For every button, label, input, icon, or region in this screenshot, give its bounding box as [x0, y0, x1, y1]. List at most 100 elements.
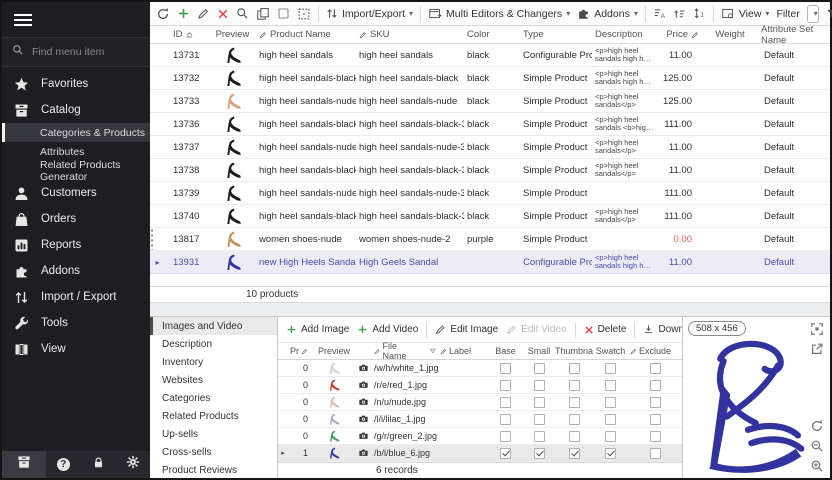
column-header-small[interactable]: Small	[523, 346, 555, 356]
add-image-button[interactable]: Add Image	[286, 324, 349, 335]
sidebar-item-catalog[interactable]: Catalog	[2, 97, 150, 123]
sidebar-item-related-products-generator[interactable]: Related Products Generator	[2, 161, 150, 180]
base-checkbox[interactable]	[500, 431, 511, 442]
tab-product-reviews[interactable]: Product Reviews	[150, 461, 277, 479]
add-video-button[interactable]: Add Video	[357, 324, 418, 335]
select-mode-button[interactable]	[277, 7, 290, 20]
small-checkbox[interactable]	[534, 397, 545, 408]
column-header-position[interactable]: Pr	[288, 346, 314, 356]
product-row-13738[interactable]: 13738 high heel sandals-black-37high hee…	[150, 159, 830, 182]
tab-categories[interactable]: Categories	[150, 389, 277, 407]
cell-price[interactable]: 11.00	[658, 142, 702, 153]
product-row-13733[interactable]: 13733 high heel sandals-nudehigh heel sa…	[150, 90, 830, 113]
cell-price[interactable]: 11.00	[658, 50, 702, 61]
cell-product-name[interactable]: high heel sandals-nude-37	[256, 188, 356, 199]
tab-websites[interactable]: Websites	[150, 371, 277, 389]
menu-search-input[interactable]	[32, 46, 132, 58]
exclude-checkbox[interactable]	[650, 414, 661, 425]
image-row-b-l-blue-6-jpg[interactable]: ▸1 /b/l/blue_6.jpg	[278, 445, 682, 462]
tab-cross-sells[interactable]: Cross-sells	[150, 443, 277, 461]
swatch-checkbox[interactable]	[605, 431, 616, 442]
sidebar-item-orders[interactable]: Orders	[2, 206, 150, 232]
catalog-mode-button[interactable]	[2, 451, 46, 478]
product-row-13739[interactable]: 13739 high heel sandals-nude-37high heel…	[150, 182, 830, 205]
multi-editors-button[interactable]: Multi Editors & Changers▾	[428, 7, 570, 20]
thumbnail-checkbox[interactable]	[569, 448, 580, 459]
cell-file-name[interactable]: /g/r/green_2.jpg	[372, 431, 438, 441]
column-header-description[interactable]: Description	[592, 29, 658, 40]
base-checkbox[interactable]	[500, 363, 511, 374]
edit-product-button[interactable]	[197, 7, 210, 20]
base-checkbox[interactable]	[500, 414, 511, 425]
cell-product-name[interactable]: high heel sandals	[256, 50, 356, 61]
sidebar-item-view[interactable]: View	[2, 336, 150, 362]
product-row-13740[interactable]: 13740 high heel sandals-black-38high hee…	[150, 205, 830, 228]
column-header-price[interactable]: Price	[658, 29, 702, 40]
column-header-label[interactable]: Label	[438, 346, 488, 356]
thumbnail-checkbox[interactable]	[569, 414, 580, 425]
cell-product-name[interactable]: new High Heels Sandals	[256, 257, 356, 268]
base-checkbox[interactable]	[500, 397, 511, 408]
image-row-n-u-nude-jpg[interactable]: 0 /n/u/nude.jpg	[278, 394, 682, 411]
cell-file-name[interactable]: /r/e/red_1.jpg	[372, 380, 438, 390]
base-checkbox[interactable]	[500, 380, 511, 391]
small-checkbox[interactable]	[534, 414, 545, 425]
image-row-r-e-red-1-jpg[interactable]: 0 /r/e/red_1.jpg	[278, 377, 682, 394]
cell-sku[interactable]: women shoes-nude-2	[356, 234, 464, 245]
sidebar-item-categories-products[interactable]: Categories & Products	[2, 123, 150, 142]
small-checkbox[interactable]	[534, 363, 545, 374]
edit-image-button[interactable]: Edit Image	[435, 324, 498, 335]
cell-price[interactable]: 11.00	[658, 165, 702, 176]
product-row-13931[interactable]: ▸13931 new High Heels SandalsHigh Geels …	[150, 251, 830, 274]
exclude-checkbox[interactable]	[650, 363, 661, 374]
sidebar-item-reports[interactable]: Reports	[2, 232, 150, 258]
delete-product-button[interactable]	[217, 8, 229, 20]
swatch-checkbox[interactable]	[605, 448, 616, 459]
cell-file-name[interactable]: /l/i/lilac_1.jpg	[372, 414, 438, 424]
column-header-product-name[interactable]: Product Name	[256, 29, 356, 40]
column-header-base[interactable]: Base	[488, 346, 523, 356]
row-expander[interactable]: ▸	[278, 449, 288, 457]
cell-price[interactable]: 125.00	[658, 96, 702, 107]
refresh-button[interactable]	[156, 7, 170, 21]
sidebar-splitter[interactable]	[150, 228, 154, 250]
cell-sku[interactable]: high heel sandals-nude	[356, 96, 464, 107]
sidebar-item-addons[interactable]: Addons	[2, 258, 150, 284]
column-header-type[interactable]: Type	[520, 29, 592, 40]
lock-button[interactable]	[81, 456, 116, 474]
edit-video-button[interactable]: Edit Video	[506, 324, 566, 335]
cell-sku[interactable]: high heel sandals-black	[356, 73, 464, 84]
exclude-checkbox[interactable]	[650, 431, 661, 442]
column-header-exclude[interactable]: Exclude	[628, 346, 682, 356]
cell-product-name[interactable]: high heel sandals-black-38	[256, 211, 356, 222]
column-header-color[interactable]: Color	[464, 29, 520, 40]
cell-product-name[interactable]: high heel sandals-nude-36	[256, 142, 356, 153]
column-header-file-name[interactable]: File Name	[372, 341, 438, 361]
cell-position[interactable]: 1	[288, 448, 314, 458]
small-checkbox[interactable]	[534, 431, 545, 442]
thumbnail-checkbox[interactable]	[569, 431, 580, 442]
cell-product-name[interactable]: high heel sandals-nude	[256, 96, 356, 107]
column-header-swatch[interactable]: Swatch	[593, 346, 628, 356]
cell-position[interactable]: 0	[288, 363, 314, 373]
column-header-image-preview[interactable]: Preview	[314, 346, 354, 356]
thumbnail-checkbox[interactable]	[569, 397, 580, 408]
filters-button[interactable]: Filters▾	[826, 8, 832, 20]
menu-toggle-icon[interactable]	[2, 2, 150, 37]
copy-button[interactable]	[256, 7, 270, 21]
cell-sku[interactable]: High Geels Sandal	[356, 257, 464, 268]
exclude-checkbox[interactable]	[650, 448, 661, 459]
cell-sku[interactable]: high heel sandals	[356, 50, 464, 61]
cell-sku[interactable]: high heel sandals-nude-37	[356, 188, 464, 199]
image-row-w-h-white-1-jpg[interactable]: 0 /w/h/white_1.jpg	[278, 360, 682, 377]
cell-price[interactable]: 111.00	[658, 119, 702, 130]
paste-special-button[interactable]	[297, 7, 311, 21]
view-button[interactable]: View▾	[721, 7, 770, 20]
sidebar-item-import-export[interactable]: Import / Export	[2, 284, 150, 310]
cell-price[interactable]: 125.00	[658, 73, 702, 84]
download-image-button[interactable]: Download Image	[643, 324, 682, 335]
cell-product-name[interactable]: high heel sandals-black-37	[256, 165, 356, 176]
cell-price[interactable]: 11.00	[658, 257, 702, 268]
column-header-attribute-set[interactable]: Attribute Set Name	[758, 24, 830, 46]
small-checkbox[interactable]	[534, 448, 545, 459]
